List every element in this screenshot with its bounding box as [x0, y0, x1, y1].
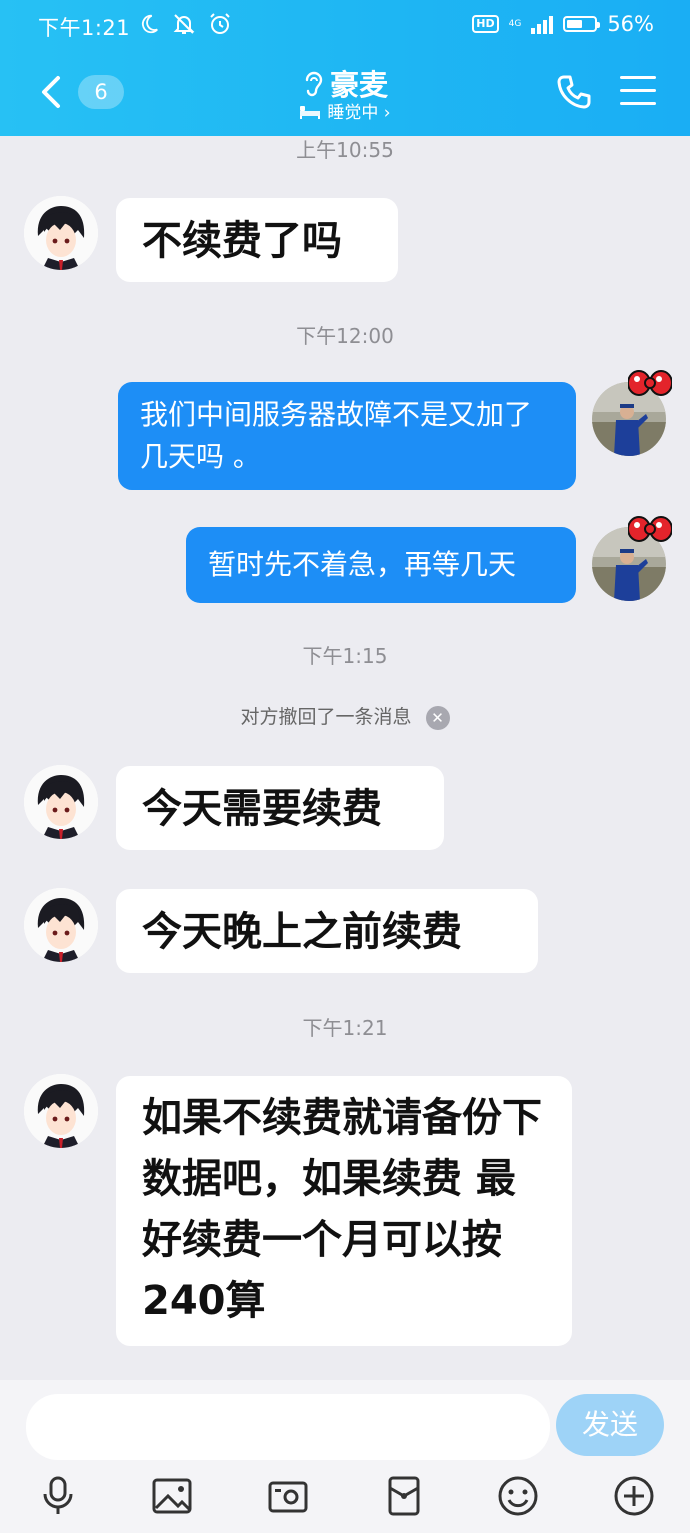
- battery-icon: [563, 16, 601, 32]
- message-bubble-outgoing[interactable]: 我们中间服务器故障不是又加了几天吗 。: [118, 382, 576, 490]
- recall-notice: 对方撤回了一条消息 ✕: [0, 702, 690, 730]
- avatar-image: [24, 888, 98, 962]
- phone-icon[interactable]: [554, 72, 594, 112]
- message-text: 暂时先不着急，再等几天: [208, 548, 517, 581]
- contact-status-label: 睡觉中 ›: [327, 103, 391, 123]
- image-icon[interactable]: [150, 1474, 194, 1518]
- timestamp: 下午12:00: [296, 324, 394, 348]
- contact-avatar[interactable]: [24, 1074, 98, 1148]
- timestamp: 下午1:21: [302, 1016, 388, 1040]
- recall-text: 对方撤回了一条消息: [240, 706, 412, 728]
- close-icon[interactable]: ✕: [425, 705, 450, 730]
- status-bar: 下午1:21 HD 4G 56%: [0, 0, 690, 52]
- message-input[interactable]: [26, 1394, 550, 1460]
- contact-avatar[interactable]: [24, 196, 98, 270]
- timestamp: 下午1:15: [302, 644, 388, 668]
- avatar-image: [24, 1074, 98, 1148]
- ear-icon: [305, 71, 323, 97]
- message-bubble-incoming[interactable]: 今天晚上之前续费: [116, 889, 538, 973]
- message-text: 不续费了吗: [142, 218, 342, 264]
- message-text: 今天需要续费: [142, 786, 382, 832]
- message-bubble-incoming[interactable]: 如果不续费就请备份下数据吧，如果续费 最好续费一个月可以按240算: [116, 1076, 572, 1346]
- alarm-icon: [210, 13, 230, 34]
- message-bubble-incoming[interactable]: 不续费了吗: [116, 198, 398, 282]
- avatar-image: [24, 196, 98, 270]
- network-type: 4G: [508, 18, 522, 29]
- menu-icon[interactable]: [620, 76, 656, 106]
- message-bubble-incoming[interactable]: 今天需要续费: [116, 766, 444, 850]
- contact-avatar[interactable]: [24, 765, 98, 839]
- camera-icon[interactable]: [266, 1474, 310, 1518]
- message-text: 今天晚上之前续费: [142, 909, 462, 955]
- bow-decoration-icon: [628, 370, 672, 396]
- bed-icon: [300, 106, 321, 119]
- message-bubble-outgoing[interactable]: 暂时先不着急，再等几天: [186, 527, 576, 603]
- hd-badge: HD: [472, 15, 499, 33]
- red-packet-icon[interactable]: [382, 1474, 426, 1518]
- contact-avatar[interactable]: [24, 888, 98, 962]
- signal-icon: [531, 14, 554, 34]
- message-text: 我们中间服务器故障不是又加了几天吗 。: [140, 398, 533, 473]
- moon-icon: [141, 14, 158, 34]
- mute-bell-icon: [173, 14, 195, 34]
- battery-percent: 56%: [607, 12, 654, 36]
- timestamp: 上午10:55: [296, 138, 394, 162]
- mic-icon[interactable]: [36, 1474, 80, 1518]
- status-time: 下午1:21: [38, 16, 131, 40]
- plus-icon[interactable]: [612, 1474, 656, 1518]
- chat-header: 下午1:21 HD 4G 56% 6 豪麦 睡觉中 ›: [0, 0, 690, 136]
- composer: 发送: [0, 1380, 690, 1533]
- emoji-icon[interactable]: [496, 1474, 540, 1518]
- avatar-image: [24, 765, 98, 839]
- send-button[interactable]: 发送: [556, 1394, 664, 1456]
- message-text: 如果不续费就请备份下数据吧，如果续费 最好续费一个月可以按240算: [142, 1095, 542, 1324]
- bow-decoration-icon: [628, 516, 672, 542]
- composer-toolbar: [0, 1474, 690, 1524]
